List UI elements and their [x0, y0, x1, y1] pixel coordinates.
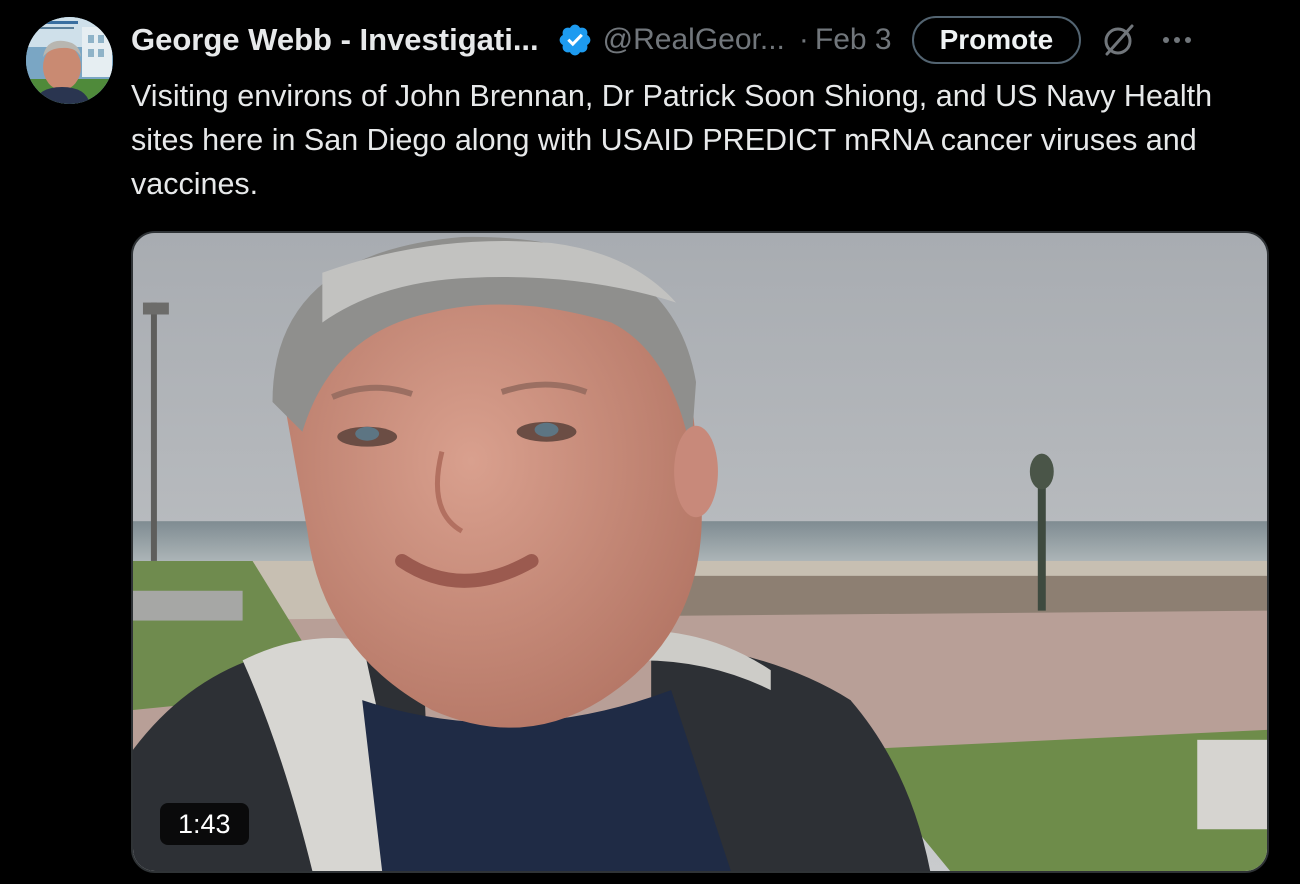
- promote-button[interactable]: Promote: [911, 16, 1082, 64]
- author-handle[interactable]: @RealGeor...: [603, 23, 785, 57]
- tweet[interactable]: George Webb - Investigati... @RealGeor..…: [0, 0, 1300, 884]
- tweet-text: Visiting environs of John Brennan, Dr Pa…: [131, 79, 1213, 201]
- avatar-image: [26, 17, 113, 104]
- more-options-icon[interactable]: [1159, 22, 1195, 58]
- video-thumbnail: [133, 233, 1267, 871]
- tweet-header: George Webb - Investigati... @RealGeor..…: [131, 16, 1281, 64]
- tweet-date[interactable]: Feb 3: [815, 23, 892, 57]
- video-duration-badge: 1:43: [160, 803, 249, 845]
- author-name[interactable]: George Webb - Investigati...: [131, 22, 539, 58]
- separator-dot: ·: [798, 23, 809, 56]
- grok-icon[interactable]: [1099, 20, 1139, 60]
- avatar[interactable]: [26, 17, 113, 104]
- verified-badge-icon[interactable]: [557, 22, 593, 58]
- video-player[interactable]: [131, 231, 1269, 873]
